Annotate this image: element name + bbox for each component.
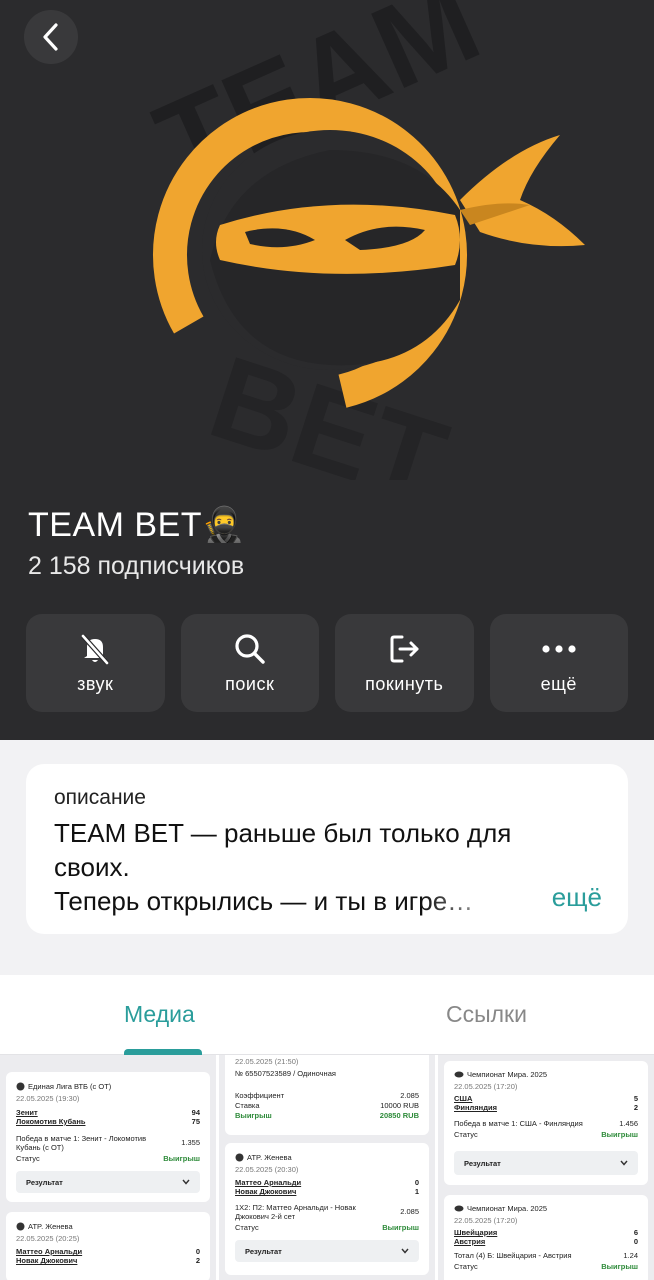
bet-card: 22.05.2025 (21:50) № 65507523589 / Одино…	[225, 1055, 429, 1135]
media-thumbnail[interactable]: Единая Лига ВТБ (с ОТ) 22.05.2025 (19:30…	[0, 1055, 216, 1280]
tennis-icon	[16, 1222, 25, 1231]
bet-card: Единая Лига ВТБ (с ОТ) 22.05.2025 (19:30…	[6, 1072, 210, 1202]
bet-card: Чемпионат Мира. 2025 22.05.2025 (17:20) …	[444, 1195, 648, 1280]
result-dropdown: Результат	[454, 1151, 638, 1175]
channel-header: TEAM BET TEAM BET🥷 2 158 подписчиков зву…	[0, 0, 654, 740]
media-thumbnail[interactable]: 22.05.2025 (21:50) № 65507523589 / Одино…	[219, 1055, 435, 1280]
basketball-icon	[16, 1082, 25, 1091]
media-thumbnail[interactable]: Чемпионат Мира. 2025 22.05.2025 (17:20) …	[438, 1055, 654, 1280]
more-button[interactable]: ещё	[489, 614, 628, 712]
chevron-down-icon	[620, 1160, 628, 1166]
bet-card: ATP. Женева 22.05.2025 (20:30) Маттео Ар…	[225, 1143, 429, 1275]
bet-card: ATP. Женева 22.05.2025 (20:25) Маттео Ар…	[6, 1212, 210, 1280]
leave-icon	[390, 635, 419, 662]
media-grid: Единая Лига ВТБ (с ОТ) 22.05.2025 (19:30…	[0, 1055, 654, 1280]
subscriber-count: 2 158 подписчиков	[28, 552, 245, 580]
chevron-down-icon	[182, 1179, 190, 1185]
mute-label: звук	[77, 673, 114, 694]
more-icon	[542, 644, 576, 653]
action-bar: звук поиск покинуть ещё	[26, 614, 628, 712]
chevron-left-icon	[43, 23, 58, 51]
result-dropdown: Результат	[16, 1171, 200, 1193]
description-fade	[422, 880, 542, 920]
team-bet-logo: TEAM BET	[138, 0, 585, 480]
leave-button[interactable]: покинуть	[335, 614, 474, 712]
description-more-link[interactable]: ещё	[552, 882, 602, 913]
media-tabs: Медиа Ссылки	[0, 975, 654, 1055]
tennis-icon	[235, 1153, 244, 1162]
search-label: поиск	[225, 673, 275, 694]
leave-label: покинуть	[365, 673, 444, 694]
hockey-puck-icon	[454, 1071, 464, 1078]
hockey-puck-icon	[454, 1205, 464, 1212]
channel-name: TEAM BET🥷	[28, 506, 245, 544]
search-button[interactable]: поиск	[180, 614, 319, 712]
bet-card: Чемпионат Мира. 2025 22.05.2025 (17:20) …	[444, 1061, 648, 1185]
tab-media[interactable]: Медиа	[124, 1001, 195, 1028]
more-label: ещё	[540, 673, 577, 694]
description-card[interactable]: описание TEAM BET — раньше был только дл…	[26, 764, 628, 934]
back-button[interactable]	[24, 10, 78, 64]
bell-off-icon	[81, 633, 110, 665]
search-icon	[235, 633, 265, 664]
chevron-down-icon	[401, 1248, 409, 1254]
description-heading: описание	[54, 786, 146, 809]
result-dropdown: Результат	[235, 1240, 419, 1262]
tab-links[interactable]: Ссылки	[446, 1001, 527, 1028]
mute-button[interactable]: звук	[26, 614, 165, 712]
